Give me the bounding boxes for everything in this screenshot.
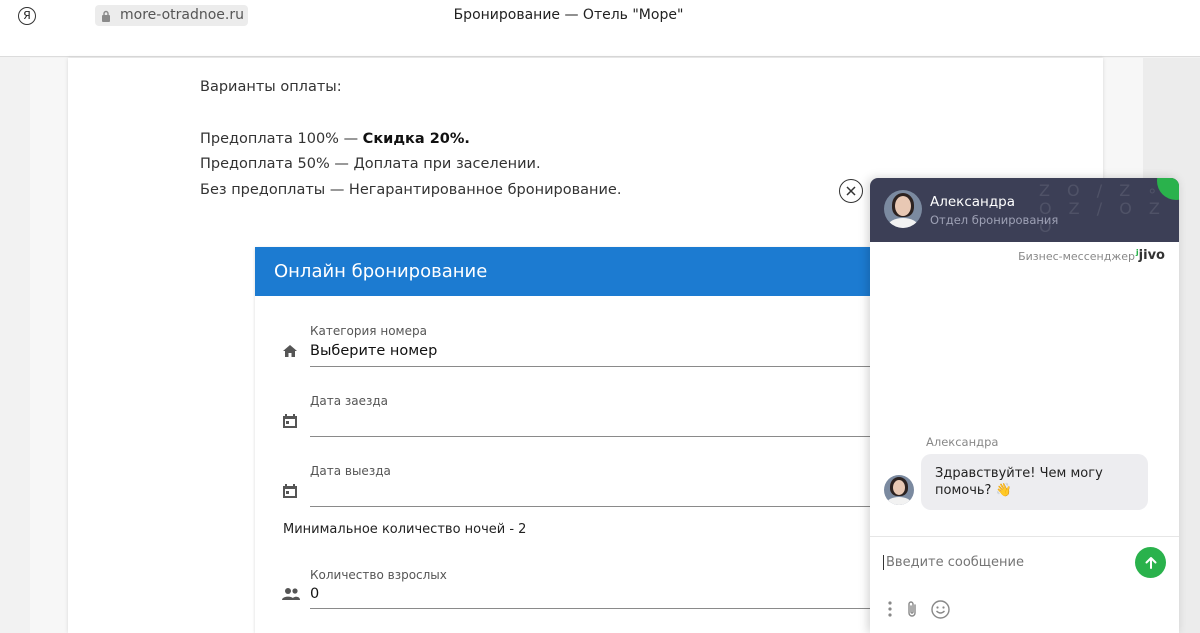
send-button[interactable] [1135,547,1166,578]
avatar [884,475,914,505]
browser-toolbar: Я more-otradnoe.ru Бронирование — Отель … [0,0,1200,57]
chat-header: Z O / Z ∘ O Z / O Z O Александра Отдел б… [870,178,1179,242]
booking-widget: Онлайн бронирование Категория номера Выб… [255,247,870,633]
booking-title: Онлайн бронирование [255,247,870,296]
adults-count-label: Количество взрослых [310,568,447,582]
adults-count-input[interactable]: 0 [310,586,319,602]
more-vertical-icon [888,601,892,617]
calendar-icon [283,414,297,428]
room-category-field[interactable]: Категория номера Выберите номер [282,323,870,369]
page-title: Бронирование — Отель "Море" [453,7,684,23]
jivo-logo[interactable]: ʲjivo [1136,248,1165,263]
payment-option-full: Предоплата 100% — Скидка 20%. [200,129,621,155]
payment-option-full-text: Предоплата 100% — [200,130,363,147]
divider [870,536,1179,537]
jivo-brand: jivo [1138,248,1165,263]
powered-by-label[interactable]: Бизнес-мессенджер [1018,250,1135,263]
checkout-date-label: Дата выезда [310,464,391,478]
discount-text: Скидка 20%. [362,130,470,147]
emoji-button[interactable] [929,598,951,620]
avatar [884,190,922,228]
people-icon [282,588,300,600]
message-author: Александра [926,435,999,449]
checkin-date-field[interactable]: Дата заезда [282,393,870,439]
adults-count-field[interactable]: Количество взрослых 0 [282,565,870,611]
checkin-date-label: Дата заезда [310,394,389,408]
chat-widget: Z O / Z ∘ O Z / O Z O Александра Отдел б… [870,178,1179,633]
more-options-button[interactable] [879,598,901,620]
payment-option-half: Предоплата 50% — Доплата при заселении. [200,156,541,172]
smiley-icon [930,599,950,619]
paperclip-icon [908,601,916,617]
close-icon [846,186,856,196]
wave-emoji-icon: 👋 [995,483,1012,498]
home-icon [283,345,297,357]
close-chat-button[interactable] [839,179,863,203]
checkout-date-field[interactable]: Дата выезда [282,463,870,509]
min-nights-note: Минимальное количество ночей - 2 [283,522,527,537]
message-input[interactable] [883,555,1123,570]
chat-message-text: Здравствуйте! Чем могу помочь? [935,466,1103,498]
calendar-icon [283,484,297,498]
room-category-select[interactable]: Выберите номер [310,343,437,359]
payment-option-none: Без предоплаты — Негарантированное брони… [200,181,622,198]
payment-options: Варианты оплаты: Предоплата 100% — Скидк… [200,77,621,205]
payment-heading: Варианты оплаты: [200,79,342,95]
header-pattern: Z O / Z ∘ O Z / O Z O [1039,181,1166,236]
arrow-up-icon [1145,556,1156,569]
chat-message: Здравствуйте! Чем могу помочь? 👋 [921,454,1148,510]
agent-name: Александра [930,194,1016,210]
attach-button[interactable] [901,598,923,620]
room-category-label: Категория номера [310,324,427,338]
agent-department: Отдел бронирования [930,213,1059,227]
